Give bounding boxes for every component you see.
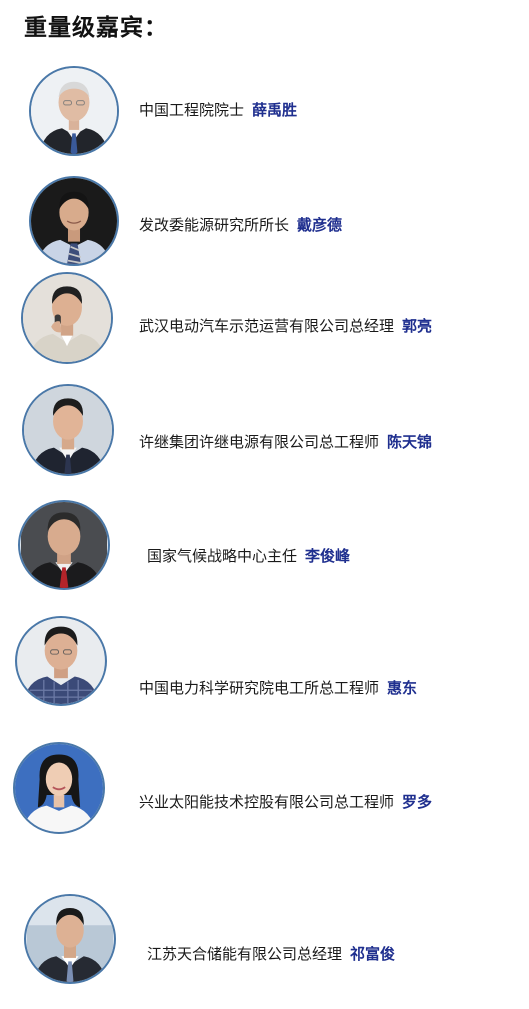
guest-photo [18,500,110,590]
guest-caption: 中国工程院院士 薛禹胜 [139,100,297,120]
guest-caption: 兴业太阳能技术控股有限公司总工程师 罗多 [139,792,432,812]
guest-photo [29,66,119,156]
guest-title: 中国工程院院士 [139,101,245,119]
portrait-image [27,896,113,982]
portrait-image [24,386,112,474]
guest-caption: 武汉电动汽车示范运营有限公司总经理 郭亮 [139,316,432,336]
guest-caption: 江苏天合储能有限公司总经理 祁富俊 [147,944,395,964]
guest-name: 戴彦德 [297,216,343,234]
guest-name: 罗多 [402,793,433,811]
guest-name: 祁富俊 [350,945,396,963]
guest-caption: 国家气候战略中心主任 李俊峰 [147,546,350,566]
guest-photo [29,176,119,266]
guest-name: 惠东 [387,679,418,697]
guest-item: 江苏天合储能有限公司总经理 祁富俊 [0,892,529,986]
guest-item: 武汉电动汽车示范运营有限公司总经理 郭亮 [0,272,529,366]
guest-title: 许继集团许继电源有限公司总工程师 [139,433,380,451]
page-title: 重量级嘉宾： [24,14,168,41]
guest-photo [15,616,107,706]
guest-name: 郭亮 [402,317,433,335]
guest-title: 中国电力科学研究院电工所总工程师 [139,679,380,697]
portrait-image [31,68,117,154]
guest-item: 中国工程院院士 薛禹胜 [0,62,529,156]
guest-title: 国家气候战略中心主任 [147,547,298,565]
guest-item: 兴业太阳能技术控股有限公司总工程师 罗多 [0,742,529,836]
portrait-image [15,744,103,832]
guest-photo [24,894,116,984]
guest-name: 薛禹胜 [252,101,298,119]
guest-item: 国家气候战略中心主任 李俊峰 [0,498,529,592]
portrait-image [31,178,117,264]
guest-name: 陈天锦 [387,433,433,451]
guest-photo [21,272,113,364]
guest-name: 李俊峰 [305,547,351,565]
guest-caption: 发改委能源研究所所长 戴彦德 [139,215,342,235]
guest-title: 江苏天合储能有限公司总经理 [147,945,343,963]
guest-caption: 许继集团许继电源有限公司总工程师 陈天锦 [139,432,432,452]
guest-title: 兴业太阳能技术控股有限公司总工程师 [139,793,395,811]
guest-item: 发改委能源研究所所长 戴彦德 [0,172,529,266]
portrait-image [21,502,107,588]
portrait-image [18,618,104,704]
guest-item: 中国电力科学研究院电工所总工程师 惠东 [0,614,529,708]
guest-title: 武汉电动汽车示范运营有限公司总经理 [139,317,395,335]
guest-caption: 中国电力科学研究院电工所总工程师 惠东 [139,678,417,698]
guest-photo [13,742,105,834]
guest-title: 发改委能源研究所所长 [139,216,290,234]
portrait-image [23,274,111,362]
guest-photo [22,384,114,476]
guest-item: 许继集团许继电源有限公司总工程师 陈天锦 [0,382,529,476]
